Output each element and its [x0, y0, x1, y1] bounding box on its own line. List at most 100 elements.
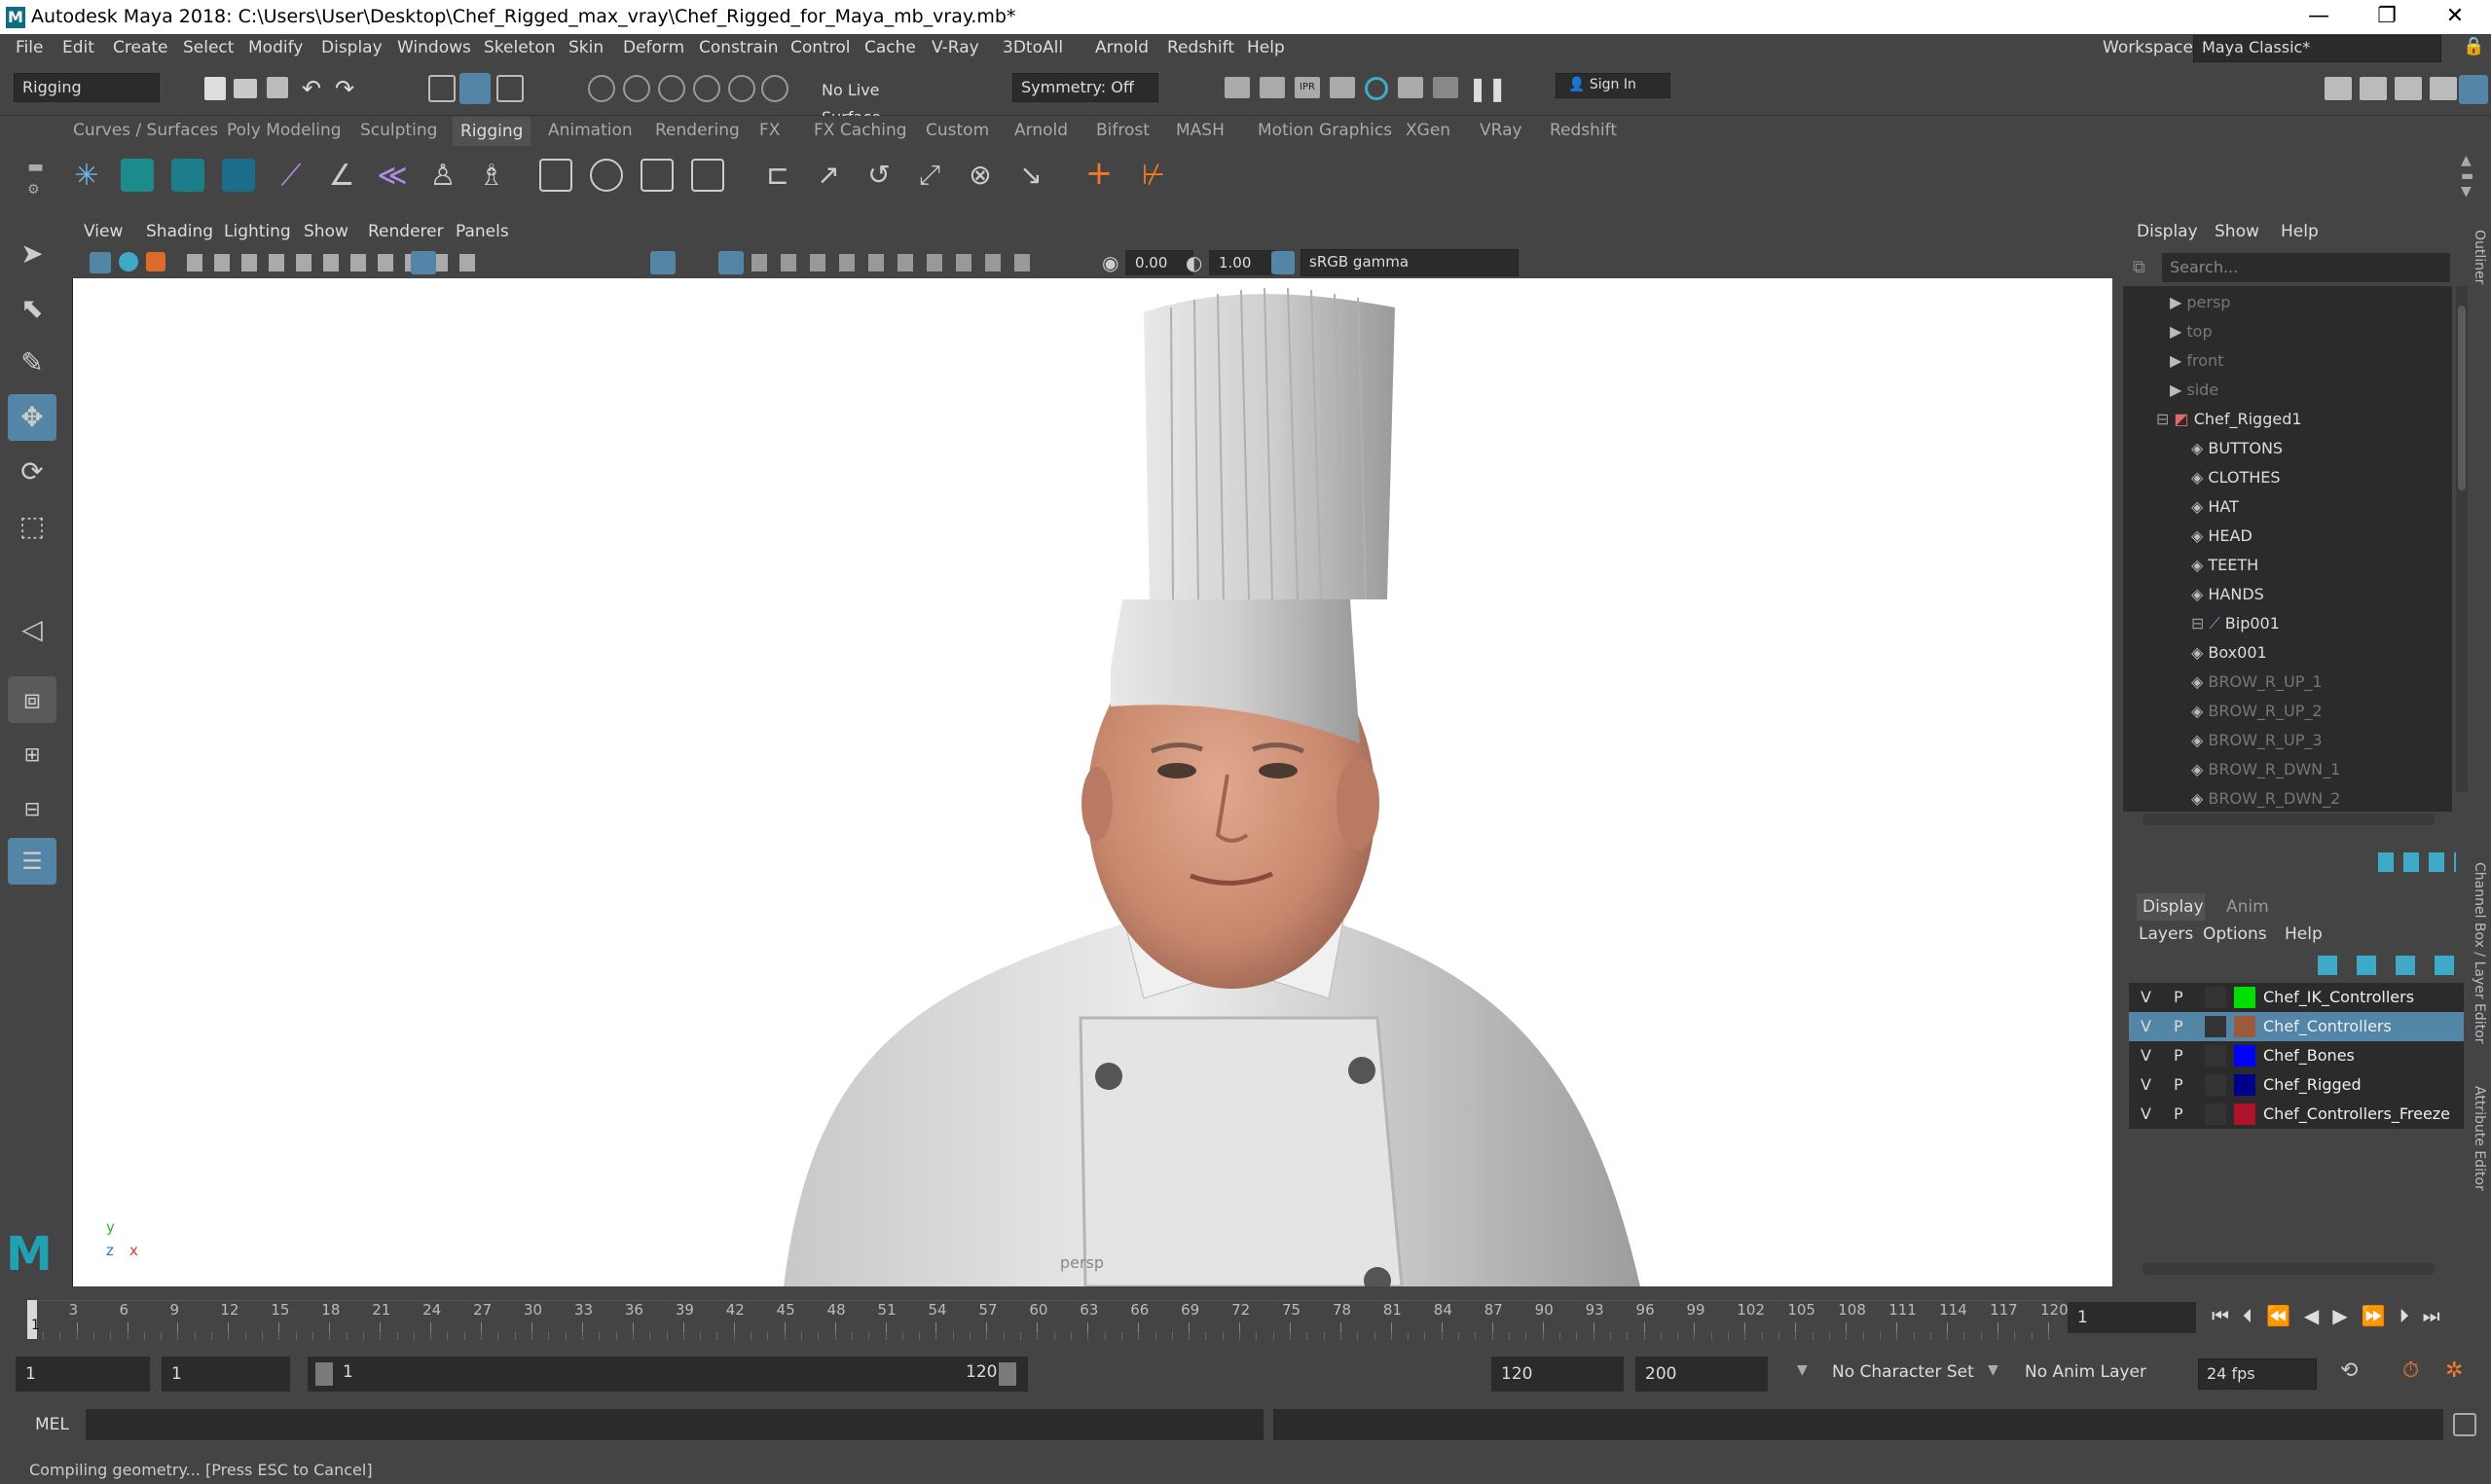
two-pane-layout-icon[interactable]: ⊟	[8, 785, 56, 832]
playback-start-field[interactable]: 1	[162, 1357, 290, 1392]
snap-view-plane-icon[interactable]	[693, 75, 720, 102]
tab-animation[interactable]: Animation	[548, 121, 633, 140]
layer-display-type[interactable]	[2205, 1016, 2226, 1037]
layer-visibility-toggle[interactable]: V	[2141, 983, 2151, 1012]
menu-modify[interactable]: Modify	[248, 38, 303, 57]
history-icon[interactable]	[1225, 77, 1250, 98]
anim-layer-dropdown[interactable]: No Anim Layer	[2025, 1362, 2146, 1382]
layer-menu-layers[interactable]: Layers	[2139, 924, 2193, 944]
outliner-item[interactable]: ◈ HEAD	[2191, 522, 2253, 551]
menu-file[interactable]: File	[16, 38, 43, 57]
render-frame-icon[interactable]	[1260, 77, 1285, 98]
anim-layer-arrow-icon[interactable]: ▼	[1988, 1362, 1998, 1378]
layer-playback-toggle[interactable]: P	[2174, 1070, 2183, 1100]
layer-order-icons[interactable]	[2318, 956, 2464, 975]
outliner-item[interactable]: ◈ BROW_R_DWN_1	[2191, 755, 2340, 784]
quick-rig-icon[interactable]	[121, 159, 154, 192]
layer-tab-anim[interactable]: Anim	[2226, 897, 2269, 917]
auto-key-icon[interactable]: ⏱	[2402, 1358, 2419, 1383]
snap-grid-icon[interactable]	[588, 75, 615, 102]
attribute-editor-toggle-icon[interactable]	[2395, 77, 2422, 100]
lighting-tools-icons[interactable]	[751, 254, 1044, 271]
outliner-item[interactable]: ◈ BROW_R_UP_2	[2191, 697, 2323, 726]
four-pane-layout-icon[interactable]: ⊞	[8, 731, 56, 778]
single-pane-layout-icon[interactable]: ⧈	[8, 676, 56, 723]
character-set-arrow-icon[interactable]: ▼	[1797, 1362, 1808, 1378]
paint-select-icon[interactable]: ✎	[8, 340, 56, 386]
outliner-layout-icon[interactable]: ☰	[8, 838, 56, 885]
pause-icon[interactable]: ❚❚	[1468, 75, 1507, 102]
layer-row[interactable]: V P Chef_Rigged	[2129, 1070, 2464, 1100]
layer-playback-toggle[interactable]: P	[2174, 1100, 2183, 1129]
layer-color-swatch[interactable]	[2234, 987, 2255, 1008]
step-back-icon[interactable]: ⏴	[2243, 1304, 2266, 1327]
side-tab-channel-box[interactable]: Channel Box / Layer Editor	[2472, 862, 2487, 1043]
tab-bifrost[interactable]: Bifrost	[1096, 121, 1150, 140]
layer-row[interactable]: V P Chef_Controllers_Freeze	[2129, 1100, 2464, 1129]
snap-surface-icon[interactable]	[728, 75, 755, 102]
color-space-dropdown[interactable]: sRGB gamma	[1300, 249, 1519, 276]
tab-rigging[interactable]: Rigging	[453, 117, 531, 146]
side-tab-attribute-editor[interactable]: Attribute Editor	[2472, 1086, 2487, 1191]
play-backward-icon[interactable]: ◀	[2304, 1304, 2332, 1327]
symmetry-dropdown[interactable]: Symmetry: Off	[1012, 73, 1158, 102]
select-tool-icon[interactable]: ➤	[8, 231, 56, 277]
new-scene-icon[interactable]	[204, 77, 226, 100]
menu-display[interactable]: Display	[321, 38, 383, 57]
menu-cache[interactable]: Cache	[864, 38, 916, 57]
vp-menu-renderer[interactable]: Renderer	[368, 222, 444, 241]
gamma-field[interactable]: 1.00	[1209, 250, 1277, 275]
vp-menu-show[interactable]: Show	[304, 222, 348, 241]
menuset-dropdown[interactable]: Rigging	[14, 73, 160, 102]
step-back-key-icon[interactable]: ⏪	[2266, 1304, 2304, 1327]
grid-toggle-icon[interactable]	[411, 251, 436, 274]
expand-icon[interactable]: ⊟	[2156, 410, 2175, 428]
outliner-item[interactable]: ▶ top	[2170, 317, 2213, 346]
tab-fx-caching[interactable]: FX Caching	[814, 121, 907, 140]
color-management-icon[interactable]	[1271, 251, 1295, 274]
outliner-item[interactable]: ⊟ ◩ Chef_Rigged1	[2156, 405, 2302, 434]
play-forward-icon[interactable]: ▶	[2332, 1304, 2361, 1327]
outliner-item[interactable]: ⊟ ⟋ Bip001	[2191, 609, 2280, 638]
layer-color-swatch[interactable]	[2234, 1016, 2255, 1037]
vp-menu-panels[interactable]: Panels	[456, 222, 509, 241]
select-camera-icon[interactable]	[90, 252, 111, 273]
layer-color-swatch[interactable]	[2234, 1104, 2255, 1125]
layer-visibility-toggle[interactable]: V	[2141, 1041, 2151, 1070]
menu-constrain[interactable]: Constrain	[699, 38, 778, 57]
plus-orange-icon[interactable]: +	[1082, 157, 1116, 192]
channel-box-icons[interactable]	[2378, 852, 2456, 872]
hypershade-icon[interactable]	[1365, 77, 1388, 100]
time-ruler[interactable]: 3 6 9 12 15 18 21 24 27 30 33 36 39 42 45 48 51 54 57 60 63 6…	[39, 1300, 2069, 1340]
minimize-button[interactable]: —	[2285, 0, 2353, 34]
locator-icon[interactable]: ✳	[70, 159, 103, 193]
outliner-search-input[interactable]: Search...	[2162, 253, 2450, 282]
playback-end-field[interactable]: 120	[1491, 1357, 1624, 1392]
blend-shape-icon[interactable]	[590, 159, 623, 192]
snap-curve-icon[interactable]	[623, 75, 650, 102]
select-hierarchy-icon[interactable]	[428, 75, 456, 102]
tab-curves-surfaces[interactable]: Curves / Surfaces	[73, 121, 218, 140]
sign-in-button[interactable]: 👤 Sign In	[1556, 73, 1670, 98]
gamma-icon[interactable]: ◐	[1186, 251, 1202, 274]
layer-menu-help[interactable]: Help	[2285, 924, 2323, 944]
menu-redshift[interactable]: Redshift	[1167, 38, 1234, 57]
outliner-menu-help[interactable]: Help	[2281, 222, 2319, 241]
menu-edit[interactable]: Edit	[62, 38, 94, 57]
menu-arnold[interactable]: Arnold	[1095, 38, 1149, 57]
outliner-item[interactable]: ◈ TEETH	[2191, 551, 2258, 580]
point-constraint-icon[interactable]: ↗	[812, 159, 845, 192]
menu-control[interactable]: Control	[790, 38, 850, 57]
camera-attributes-icon[interactable]	[146, 252, 165, 271]
layer-color-swatch[interactable]	[2234, 1074, 2255, 1096]
lock-camera-icon[interactable]	[119, 252, 138, 271]
lattice-icon[interactable]	[641, 159, 674, 192]
lock-icon[interactable]: 🔒	[2463, 36, 2484, 56]
range-slider-bar[interactable]: 1 120	[308, 1357, 1028, 1392]
layer-color-swatch[interactable]	[2234, 1045, 2255, 1067]
textured-icon[interactable]	[718, 251, 744, 274]
outliner-item[interactable]: ◈ BUTTONS	[2191, 434, 2283, 463]
hik-controls-icon[interactable]	[222, 159, 255, 192]
outliner-hscrollbar[interactable]	[2143, 814, 2435, 825]
outliner-menu-display[interactable]: Display	[2137, 222, 2198, 241]
